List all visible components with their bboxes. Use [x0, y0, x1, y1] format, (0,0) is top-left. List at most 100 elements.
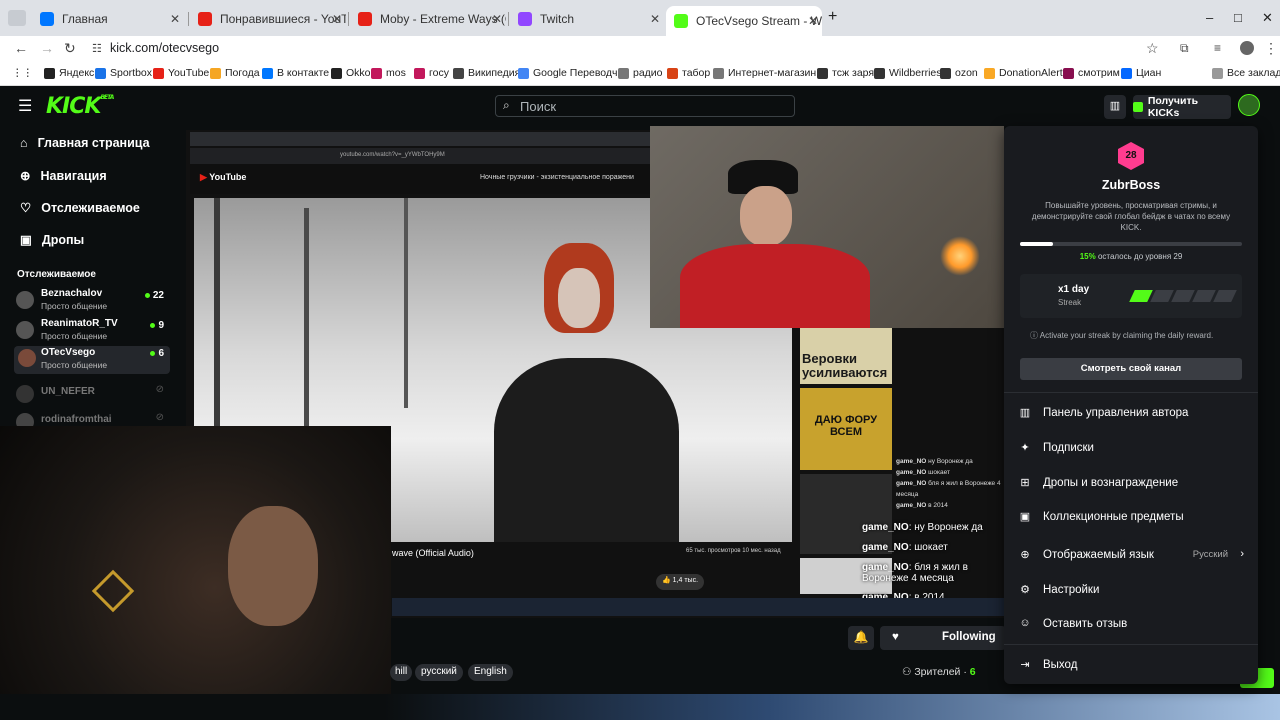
folder-icon — [1212, 67, 1223, 79]
bookmark-item[interactable]: смотрим — [1063, 67, 1120, 79]
maximize-button[interactable]: □ — [1234, 10, 1242, 25]
followed-channel[interactable]: ReanimatoR_TV Просто общение 9 — [16, 318, 170, 346]
kick-logo[interactable]: KICKBETA — [46, 94, 114, 119]
vk-icon — [40, 12, 54, 26]
menu-item-logout[interactable]: ⇥ Выход — [1018, 658, 1244, 672]
bookmark-star-icon[interactable]: ☆ — [1146, 40, 1159, 57]
watch-own-channel-button[interactable]: Смотреть свой канал — [1020, 358, 1242, 380]
browser-tab[interactable]: Moby - Extreme Ways (Official✕ — [350, 8, 506, 30]
bookmark-item[interactable]: ozon — [940, 67, 978, 79]
close-tab-icon[interactable]: ✕ — [170, 12, 180, 26]
hamburger-menu-icon[interactable]: ☰ — [18, 96, 32, 116]
streak-segment — [1213, 290, 1237, 302]
bookmark-item[interactable]: DonationAlerts — [984, 67, 1068, 79]
browser-tab[interactable]: Twitch ✕ — [510, 8, 664, 30]
close-tab-icon[interactable]: ✕ — [332, 12, 342, 26]
reload-icon[interactable]: ↻ — [64, 40, 76, 57]
captured-url: youtube.com/watch?v=_yYWbTOHy9M — [190, 148, 652, 164]
chat-line: game_NO: ну Воронеж да — [862, 522, 983, 533]
like-button[interactable]: 👍 1,4 тыс. — [656, 574, 705, 590]
notifications-bell-icon[interactable]: 🔔 — [848, 626, 874, 650]
chair-logo — [91, 569, 135, 613]
search-input[interactable]: ⌕ Поиск — [495, 95, 795, 117]
video-thumbnail[interactable]: Веровки усиливаются — [800, 328, 892, 384]
menu-item-language[interactable]: ⊕ Отображаемый язык Русский › — [1018, 548, 1244, 562]
browser-tab[interactable]: Главная ✕ — [32, 8, 184, 30]
bookmark-item[interactable]: Okko — [331, 67, 371, 79]
bookmark-item[interactable]: тсж заря — [817, 67, 874, 79]
twitch-icon — [518, 12, 532, 26]
minimize-button[interactable]: – — [1206, 10, 1213, 25]
new-tab-button[interactable]: + — [828, 8, 837, 26]
feedback-icon: ☺ — [1019, 617, 1031, 629]
close-window-button[interactable]: ✕ — [1262, 10, 1273, 26]
video-thumbnail[interactable]: ДАЮ ФОРУ ВСЕМ — [800, 388, 892, 470]
stream-tag[interactable]: русский — [415, 664, 463, 681]
browser-tab-active[interactable]: OTecVsego Stream - Watch Live✕ — [666, 6, 822, 36]
forward-icon[interactable]: → — [40, 40, 54, 56]
all-bookmarks-link[interactable]: Все закладки — [1212, 67, 1280, 79]
channel-avatar — [18, 349, 36, 367]
person-coat — [494, 358, 679, 542]
globe-icon: ⊕ — [1020, 549, 1030, 561]
captured-chat-small: game_NO ну Воронеж да game_NO шокает gam… — [896, 456, 1006, 511]
stream-tag[interactable]: hill — [390, 664, 413, 681]
nav-following[interactable]: ♡ Отслеживаемое — [20, 200, 140, 216]
search-icon: ⌕ — [503, 98, 510, 112]
menu-item-drops[interactable]: ⊞ Дропы и вознаграждение — [1018, 476, 1244, 490]
streamer-face — [740, 186, 792, 246]
viewer-count-label: ⚇ Зрителей · 6 — [902, 666, 976, 678]
nav-home[interactable]: ⌂ Главная страница — [20, 136, 150, 150]
bookmark-item[interactable]: Яндекс — [44, 67, 94, 79]
browser-menu-icon[interactable]: ⋮ — [1264, 40, 1278, 57]
bookmark-item[interactable]: Интернет-магазин... — [713, 67, 825, 79]
followed-channel-offline[interactable]: UN_NEFER ⊘ — [16, 382, 170, 410]
stream-tag[interactable]: English — [468, 664, 513, 681]
bookmark-item[interactable]: Погода — [210, 67, 260, 79]
person-face — [228, 506, 318, 626]
bookmark-item[interactable]: радио — [618, 67, 663, 79]
menu-item-subscriptions[interactable]: ✦ Подписки — [1018, 441, 1244, 455]
menu-item-creator-dashboard[interactable]: ▥ Панель управления автора — [1018, 406, 1244, 420]
url-field[interactable]: kick.com/otecvsego — [110, 41, 219, 55]
bookmark-item[interactable]: YouTube — [153, 67, 209, 79]
bookmark-item[interactable]: Google Переводчик — [518, 67, 628, 79]
close-tab-icon[interactable]: ✕ — [650, 12, 660, 26]
menu-item-collectibles[interactable]: ▣ Коллекционные предметы — [1018, 510, 1244, 524]
followed-channel-active[interactable]: OTecVsego Просто общение 6 — [14, 346, 170, 374]
following-heading: Отслеживаемое — [17, 269, 96, 280]
browser-tab[interactable]: Понравившиеся - YouTube✕ — [190, 8, 346, 30]
tab-search-icon[interactable] — [8, 10, 26, 26]
bookmark-favicon-icon — [153, 67, 164, 79]
bookmark-item[interactable]: табор — [667, 67, 710, 79]
media-icon[interactable]: ≡ — [1214, 41, 1221, 55]
user-avatar[interactable] — [1238, 94, 1260, 116]
menu-item-feedback[interactable]: ☺ Оставить отзыв — [1018, 617, 1244, 631]
followed-channel[interactable]: Beznachalov Просто общение 22 — [16, 288, 170, 316]
bookmark-item[interactable]: госу — [414, 67, 449, 79]
streak-card: x1 day Streak — [1020, 274, 1242, 318]
close-tab-icon[interactable]: ✕ — [492, 12, 502, 26]
layout-toggle-icon[interactable]: ▥ — [1104, 95, 1126, 119]
bookmark-item[interactable]: Wildberries — [874, 67, 942, 79]
nav-browse[interactable]: ⊕ Навигация — [20, 168, 107, 184]
profile-avatar[interactable] — [1240, 41, 1254, 55]
lamp-glow — [940, 236, 980, 276]
bookmark-item[interactable]: В контакте — [262, 67, 329, 79]
get-kicks-button[interactable]: Получить KICKs — [1133, 95, 1231, 119]
menu-item-settings[interactable]: ⚙ Настройки — [1018, 583, 1244, 597]
back-icon[interactable]: ← — [14, 40, 28, 56]
close-tab-icon[interactable]: ✕ — [808, 14, 818, 28]
bookmark-favicon-icon — [817, 67, 828, 79]
bookmark-favicon-icon — [618, 67, 629, 79]
nav-drops[interactable]: ▣ Дропы — [20, 232, 84, 248]
bookmark-item[interactable]: Sportbox — [95, 67, 152, 79]
bookmark-item[interactable]: Википедия — [453, 67, 520, 79]
following-button[interactable]: ♥ Following — [880, 626, 1006, 650]
bookmark-item[interactable]: Циан — [1121, 67, 1161, 79]
extensions-icon[interactable]: ⧉ — [1180, 41, 1189, 56]
gear-icon: ⚙ — [1020, 584, 1030, 596]
apps-icon[interactable]: ⋮⋮ — [12, 67, 33, 79]
bookmark-item[interactable]: mos — [371, 67, 406, 79]
site-info-icon[interactable]: ☷ — [92, 42, 102, 55]
